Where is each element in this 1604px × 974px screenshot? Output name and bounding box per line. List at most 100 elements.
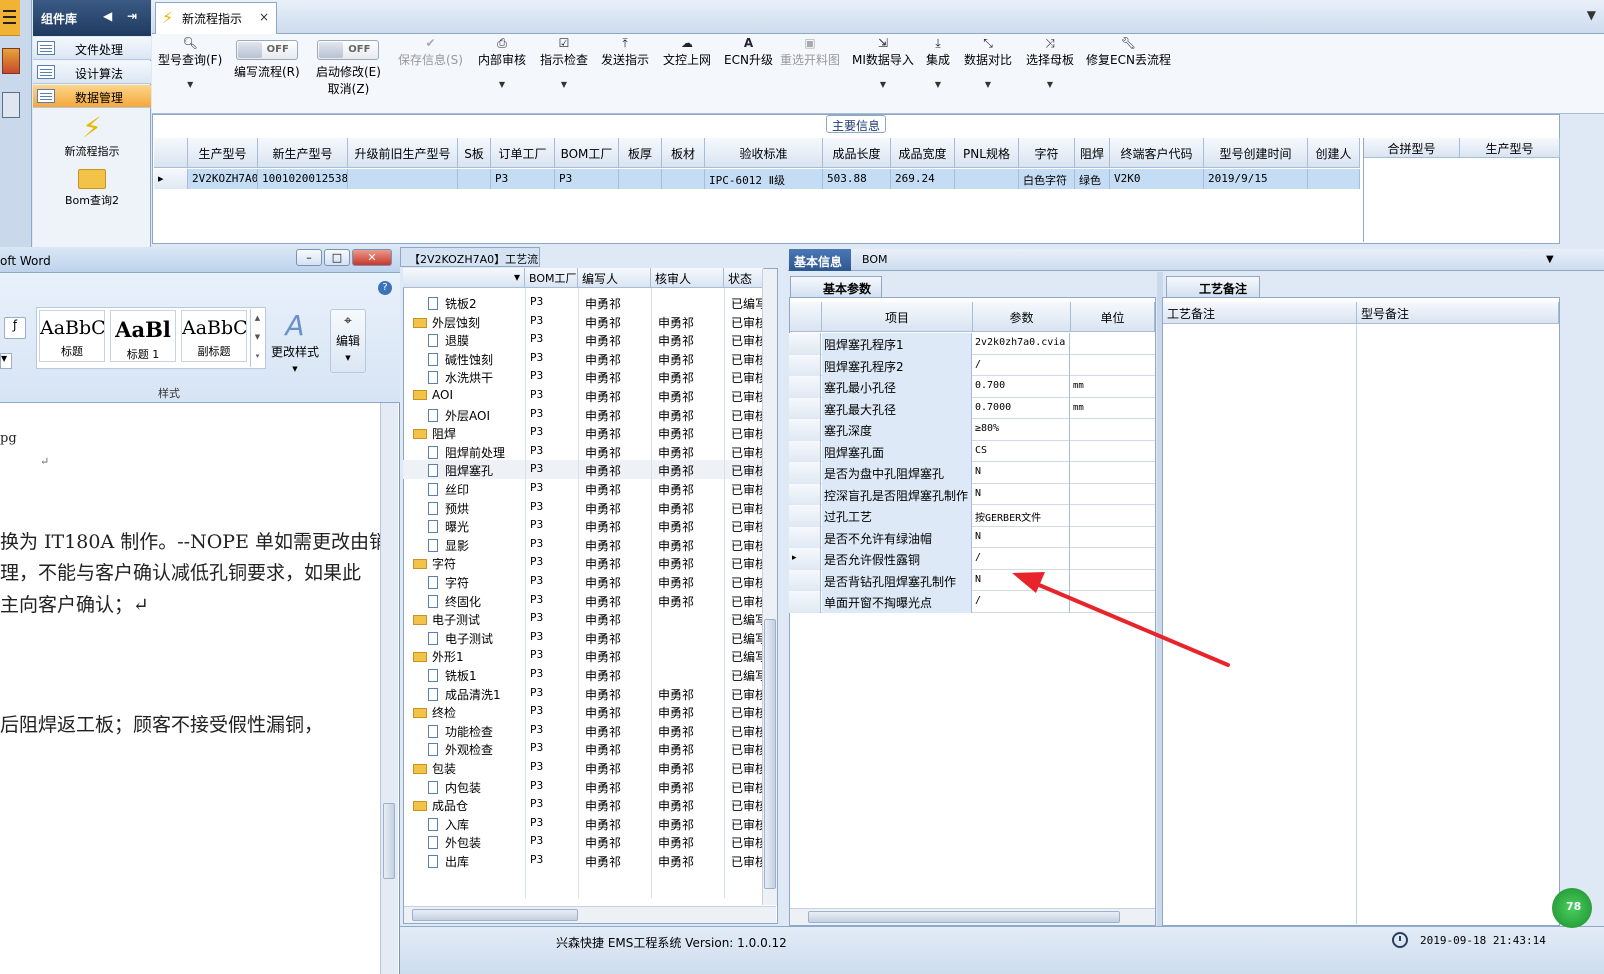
col-header[interactable]: 生产型号 [188, 138, 258, 168]
param-row[interactable]: 阻焊塞孔面 CS [789, 440, 1155, 462]
col-header[interactable]: 生产型号 [1460, 138, 1560, 158]
tree-step-row[interactable]: 碱性蚀刻 P3 申勇祁 申勇祁 已审核 [403, 349, 763, 368]
tree-horizontal-scrollbar[interactable] [404, 906, 776, 923]
edit-button[interactable]: ⌖ 编辑 ▼ [330, 309, 366, 373]
param-value-cell[interactable]: N [973, 526, 1070, 548]
param-value-cell[interactable]: ≥80% [973, 419, 1070, 441]
fix-ecn-button[interactable]: 🔧︎ 修复ECN丢流程 [1086, 34, 1171, 68]
maximize-icon[interactable]: □ [324, 249, 350, 266]
param-horizontal-scrollbar[interactable] [790, 908, 1155, 925]
param-row[interactable]: 是否不允许有绿油帽 N [789, 526, 1155, 548]
col-header[interactable]: 核审人 [651, 268, 724, 288]
row-indicator[interactable] [789, 591, 821, 613]
param-value-cell[interactable]: N [973, 569, 1070, 591]
col-header[interactable]: 成品宽度 [891, 138, 955, 168]
col-header[interactable]: 板材 [662, 138, 705, 168]
word-vertical-scrollbar[interactable] [380, 403, 398, 974]
new-flow-button[interactable]: ⚡ 新流程指示 [33, 113, 151, 159]
bom-query-button[interactable]: Bom查询2 [33, 165, 151, 208]
toggle-switch[interactable]: OFF [317, 40, 380, 60]
param-value-cell[interactable]: 0.700 [973, 376, 1070, 398]
col-header[interactable]: 阻焊 [1075, 138, 1110, 168]
param-value-cell[interactable]: 2v2k0zh7a0.cvia [973, 333, 1070, 355]
chevron-down-icon[interactable]: ▼ [0, 353, 12, 369]
col-header[interactable]: 状态 [724, 268, 764, 288]
row-indicator[interactable] [789, 333, 821, 355]
row-indicator[interactable] [789, 526, 821, 548]
col-header[interactable]: 板厚 [619, 138, 662, 168]
col-header[interactable]: 成品长度 [823, 138, 891, 168]
param-row[interactable]: 控深盲孔是否阻焊塞孔制作 N [789, 483, 1155, 505]
col-header[interactable]: S板 [458, 138, 491, 168]
row-indicator[interactable] [789, 483, 821, 505]
check-instruction-button[interactable]: ☑ 指示检查 ▼ [540, 34, 588, 89]
menu-icon[interactable] [0, 0, 20, 36]
row-indicator[interactable] [789, 354, 821, 376]
scroll-thumb[interactable] [412, 909, 578, 921]
col-header[interactable]: 参数 [973, 302, 1071, 332]
tree-folder-row[interactable]: 字符 P3 申勇祁 申勇祁 已审核 [403, 553, 763, 572]
tab-process-remarks[interactable]: 工艺备注 [1166, 276, 1260, 297]
main-info-cell[interactable] [458, 169, 491, 189]
row-indicator[interactable] [789, 569, 821, 591]
col-header[interactable]: 升级前旧生产型号 [348, 138, 458, 168]
comp-item-design[interactable]: 设计算法 [33, 61, 151, 84]
tree-step-row[interactable]: 显影 P3 申勇祁 申勇祁 已审核 [403, 535, 763, 554]
col-header[interactable]: BOM工厂 [555, 138, 619, 168]
tree-step-row[interactable]: 电子测试 P3 申勇祁 已编写 [403, 628, 763, 647]
main-info-cell[interactable]: IPC-6012 Ⅱ级 [705, 169, 823, 189]
param-row[interactable]: 是否背钻孔阻焊塞孔制作 N [789, 569, 1155, 591]
change-styles-button[interactable]: A 更改样式 ▼ [268, 309, 322, 374]
param-value-cell[interactable]: 按GERBER文件 [973, 505, 1070, 527]
ecn-upgrade-button[interactable]: A ECN升级 [724, 34, 773, 68]
main-info-cell[interactable]: 2V2KOZH7A0 [188, 169, 258, 189]
param-value-cell[interactable]: / [973, 591, 1070, 613]
integrate-button[interactable]: ⤓ 集成 ▼ [926, 34, 950, 89]
col-header[interactable]: 终端客户代码 [1110, 138, 1204, 168]
tree-step-row[interactable]: 功能检查 P3 申勇祁 申勇祁 已审核 [403, 721, 763, 740]
col-header[interactable]: 合拼型号 [1364, 138, 1460, 158]
tree-folder-row[interactable]: 包装 P3 申勇祁 申勇祁 已审核 [403, 758, 763, 777]
tree-folder-row[interactable]: AOI P3 申勇祁 申勇祁 已审核 [403, 386, 763, 405]
process-flow-tab[interactable]: 【2V2KOZH7A0】工艺流程 [400, 247, 540, 282]
chevron-down-icon[interactable]: ▼ [158, 80, 222, 89]
chevron-down-icon[interactable]: ▼ [926, 80, 950, 89]
notification-badge[interactable]: 78 [1552, 888, 1592, 928]
main-info-cell[interactable]: P3 [491, 169, 555, 189]
param-row[interactable]: 塞孔最大孔径 0.7000 mm [789, 397, 1155, 419]
main-info-cell[interactable]: V2K0 [1110, 169, 1204, 189]
word-document-page[interactable]: pg ↵ 换为 IT180A 制作。--NOPE 单如需更改由销 理，不能与客户… [0, 403, 388, 974]
main-info-cell[interactable]: 白色字符 [1019, 169, 1075, 189]
comp-item-data[interactable]: 数据管理 [33, 85, 151, 108]
param-row[interactable]: 阻焊塞孔程序1 2v2k0zh7a0.cvia [789, 333, 1155, 355]
tree-step-row[interactable]: 字符 P3 申勇祁 申勇祁 已审核 [403, 572, 763, 591]
help-icon[interactable]: ? [378, 281, 392, 295]
chevron-down-icon[interactable]: ▼ [852, 80, 914, 89]
tree-step-row[interactable]: 终固化 P3 申勇祁 申勇祁 已审核 [403, 591, 763, 610]
reselect-cut-button[interactable]: ▣ 重选开料图 [780, 34, 840, 68]
scroll-thumb[interactable] [383, 803, 395, 879]
col-header[interactable]: 项目 [822, 302, 973, 332]
calculator-icon[interactable] [2, 92, 20, 118]
chevron-down-icon[interactable]: ▼ [1026, 80, 1074, 89]
param-row[interactable]: 阻焊塞孔程序2/ [789, 354, 1155, 376]
row-indicator[interactable] [789, 376, 821, 398]
tree-step-row[interactable]: 入库 P3 申勇祁 申勇祁 已审核 [403, 814, 763, 833]
tree-step-row[interactable]: 成品清洗1 P3 申勇祁 申勇祁 已审核 [403, 684, 763, 703]
main-info-cell[interactable] [1308, 169, 1360, 189]
data-compare-button[interactable]: ⤡ 数据对比 ▼ [964, 34, 1012, 89]
model-query-button[interactable]: 🔍︎ 型号查询(F) ▼ [158, 34, 222, 89]
row-indicator[interactable] [789, 440, 821, 462]
tree-step-row[interactable]: 水洗烘干 P3 申勇祁 申勇祁 已审核 [403, 367, 763, 386]
row-indicator[interactable] [789, 397, 821, 419]
minimize-icon[interactable]: – [296, 249, 322, 266]
main-info-cell[interactable] [619, 169, 662, 189]
param-row[interactable]: 是否为盘中孔阻焊塞孔 N [789, 462, 1155, 484]
tree-step-row[interactable]: 铣板2 P3 申勇祁 已编写 [403, 293, 763, 312]
tab-basic-params[interactable]: 基本参数 [790, 276, 882, 297]
main-info-cell[interactable]: 2019/9/15 [1204, 169, 1308, 189]
tree-step-row[interactable]: 铣板1 P3 申勇祁 已编写 [403, 665, 763, 684]
save-info-button[interactable]: ✔ 保存信息(S) [398, 34, 463, 68]
style-heading[interactable]: AaBbC 标题 [39, 310, 105, 362]
param-row[interactable]: 塞孔深度 ≥80% [789, 419, 1155, 441]
